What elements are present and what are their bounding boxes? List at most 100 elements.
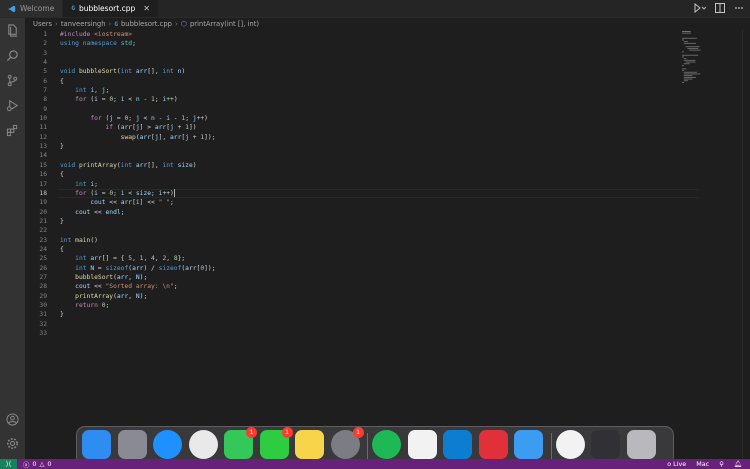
- code-line[interactable]: int i;: [60, 180, 216, 189]
- more-actions-icon[interactable]: [734, 3, 744, 13]
- code-line[interactable]: }: [60, 310, 216, 319]
- dock-launchpad-icon[interactable]: [117, 430, 147, 459]
- vertical-scrollbar[interactable]: [742, 30, 750, 459]
- extensions-icon[interactable]: [6, 124, 19, 137]
- minimap[interactable]: [680, 30, 742, 90]
- code-line[interactable]: {: [60, 77, 216, 86]
- dock-photo-stack-icon[interactable]: [591, 430, 620, 459]
- code-line[interactable]: bubbleSort(arr, N);: [60, 273, 216, 282]
- run-debug-icon[interactable]: [694, 3, 706, 13]
- code-line[interactable]: [60, 151, 216, 160]
- code-line[interactable]: int arr[] = { 5, 1, 4, 2, 8};: [60, 254, 216, 263]
- code-line[interactable]: [60, 105, 216, 114]
- code-line[interactable]: cout << "Sorted array: \n";: [60, 282, 216, 291]
- minimap-line: [682, 54, 699, 56]
- breadcrumb-users[interactable]: Users: [33, 20, 52, 28]
- run-and-debug-icon[interactable]: [6, 99, 19, 112]
- code-line[interactable]: void printArray(int arr[], int size): [60, 161, 216, 170]
- minimap-line: [683, 78, 693, 80]
- dock-pocketcasts-like-icon[interactable]: [407, 430, 437, 459]
- code-line[interactable]: [60, 58, 216, 67]
- split-editor-icon[interactable]: [715, 3, 725, 13]
- explorer-icon[interactable]: [6, 24, 19, 37]
- dock-chrome-icon[interactable]: [188, 430, 218, 459]
- code-line[interactable]: [60, 329, 216, 338]
- line-number: 9: [43, 105, 47, 113]
- code-line[interactable]: cout << endl;: [60, 208, 216, 217]
- line-number: 8: [43, 96, 47, 104]
- code-line[interactable]: {: [60, 245, 216, 254]
- dock-separator: [367, 433, 368, 459]
- dock-notes-icon[interactable]: [295, 430, 324, 459]
- warning-count: 0: [47, 460, 52, 468]
- minimap-line: [682, 68, 687, 70]
- tab-bubblesort[interactable]: G bubblesort.cpp ✕: [63, 0, 159, 17]
- code-line[interactable]: [60, 226, 216, 235]
- search-icon[interactable]: [6, 49, 19, 62]
- code-line[interactable]: {: [60, 170, 216, 179]
- code-line[interactable]: }: [60, 217, 216, 226]
- code-line[interactable]: printArray(arr, N);: [60, 292, 216, 301]
- dock-safari-icon[interactable]: [153, 430, 182, 459]
- minimap-line: [683, 63, 690, 65]
- problems-indicator[interactable]: ⓧ 0 △ 0: [23, 460, 51, 469]
- breadcrumb-symbol[interactable]: printArray(int [], int): [190, 20, 259, 28]
- line-number: 33: [39, 330, 47, 337]
- dock-pdf-app-icon[interactable]: [478, 430, 508, 459]
- code-line[interactable]: for (i = 0; i < n - 1; i++): [60, 95, 216, 104]
- code-line[interactable]: cout << arr[i] << " ";: [60, 198, 216, 207]
- dock-network-utility-icon[interactable]: [555, 430, 585, 459]
- code-line[interactable]: [60, 320, 216, 329]
- line-number: 4: [43, 59, 47, 67]
- line-number: 31: [39, 311, 47, 319]
- live-server-item[interactable]: o Live: [667, 460, 686, 468]
- function-symbol-icon: ⬡: [180, 20, 187, 28]
- code-editor[interactable]: 1 2 3 4 5 6 7 8 9 10 11 12 13 14 15 16 17 18 19 20 21 22 23 24 2…: [25, 30, 750, 459]
- code-line[interactable]: for (i = 0; i < size; i++): [60, 188, 216, 198]
- text-cursor: [173, 188, 175, 197]
- code-line[interactable]: swap(arr[j], arr[j + 1]);: [60, 133, 216, 142]
- code-line[interactable]: #include <iostream>: [60, 30, 216, 39]
- eol-item[interactable]: Mac: [696, 460, 709, 468]
- remote-icon[interactable]: ⟩⟨: [0, 459, 17, 469]
- dock-spotify-icon[interactable]: [372, 430, 401, 459]
- minimap-line: [682, 37, 697, 39]
- line-number: 14: [39, 152, 47, 160]
- code-line[interactable]: int i, j;: [60, 86, 216, 95]
- minimap-line: [685, 46, 700, 48]
- line-number: 30: [39, 301, 47, 309]
- code-line[interactable]: return 0;: [60, 301, 216, 310]
- code-text[interactable]: #include <iostream> using namespace std; …: [60, 30, 216, 338]
- accounts-icon[interactable]: [6, 413, 19, 426]
- dock-finder-icon[interactable]: [82, 430, 111, 459]
- minimap-line: [682, 56, 684, 58]
- notification-badge: 1: [281, 427, 293, 438]
- code-line[interactable]: int main(): [60, 236, 216, 245]
- breadcrumb-file[interactable]: bubblesort.cpp: [121, 20, 172, 28]
- code-line[interactable]: }: [60, 142, 216, 151]
- feedback-icon[interactable]: ⚲: [719, 460, 724, 468]
- tab-welcome[interactable]: Welcome: [0, 0, 64, 17]
- code-line[interactable]: using namespace std;: [60, 39, 216, 48]
- manage-gear-icon[interactable]: [6, 437, 19, 450]
- error-icon: ⓧ: [23, 460, 30, 469]
- dock-vscode-icon[interactable]: [443, 430, 472, 459]
- line-number: 10: [39, 115, 47, 123]
- dock-mail-icon[interactable]: [514, 430, 543, 459]
- code-line[interactable]: int N = sizeof(arr) / sizeof(arr[0]);: [60, 264, 215, 273]
- dock-trash-icon[interactable]: [626, 430, 656, 459]
- code-line[interactable]: if (arr[j] > arr[j + 1]): [60, 123, 216, 132]
- code-line[interactable]: void bubbleSort(int arr[], int n): [60, 67, 216, 76]
- close-icon[interactable]: ✕: [143, 4, 150, 13]
- source-control-icon[interactable]: [6, 74, 19, 87]
- minimap-line: [683, 75, 693, 77]
- notifications-bell-icon[interactable]: 🔔︎: [734, 460, 742, 468]
- code-line[interactable]: for (j = 0; j < n - i - 1; j++): [60, 114, 216, 123]
- code-line[interactable]: [60, 49, 216, 58]
- line-number: 21: [39, 217, 47, 225]
- breadcrumb: Users › tanveersingh › G bubblesort.cpp …: [25, 18, 750, 30]
- breadcrumb-user-folder[interactable]: tanveersingh: [61, 20, 106, 28]
- cpp-file-icon: G: [114, 20, 118, 28]
- line-number: 18: [39, 189, 47, 197]
- activity-bar: [0, 18, 25, 459]
